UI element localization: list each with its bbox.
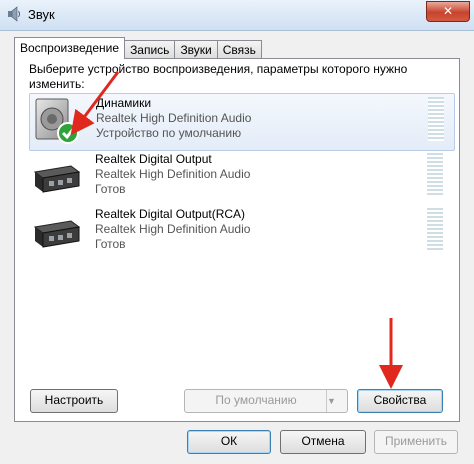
instruction-text: Выберите устройство воспроизведения, пар… (29, 62, 408, 91)
speaker-title-icon (8, 6, 20, 22)
device-text: Realtek Digital Output Realtek High Defi… (95, 152, 250, 197)
apply-button: Применить (374, 430, 458, 454)
level-meter (428, 97, 444, 141)
ok-button[interactable]: ОК (187, 430, 271, 454)
device-text: Динамики Realtek High Definition Audio У… (96, 96, 251, 141)
device-driver: Realtek High Definition Audio (96, 111, 252, 125)
device-item-digital-output-rca[interactable]: Realtek Digital Output(RCA) Realtek High… (29, 205, 453, 261)
device-status: Устройство по умолчанию (96, 126, 242, 140)
device-driver: Realtek High Definition Audio (95, 222, 251, 236)
playback-panel: Выберите устройство воспроизведения, пар… (14, 58, 460, 422)
tab-strip: Воспроизведение Запись Звуки Связь (14, 37, 262, 59)
tab-recording[interactable]: Запись (124, 40, 176, 59)
chevron-down-icon: ▼ (326, 390, 347, 412)
set-default-label: По умолчанию (215, 393, 297, 407)
configure-button[interactable]: Настроить (30, 389, 118, 413)
set-default-button: По умолчанию ▼ (184, 389, 348, 413)
device-name: Realtek Digital Output (95, 152, 212, 166)
device-status: Готов (95, 237, 126, 251)
properties-button[interactable]: Свойства (357, 389, 443, 413)
speaker-icon (35, 98, 79, 144)
level-meter (427, 153, 443, 197)
close-button[interactable]: ✕ (426, 1, 470, 22)
title-bar[interactable]: Звук ✕ (0, 0, 474, 31)
close-icon: ✕ (442, 4, 454, 18)
device-driver: Realtek High Definition Audio (95, 167, 251, 181)
device-name: Динамики (96, 96, 152, 110)
device-item-digital-output[interactable]: Realtek Digital Output Realtek High Defi… (29, 150, 453, 206)
digital-output-icon (33, 165, 81, 193)
tab-communications[interactable]: Связь (216, 40, 262, 59)
cancel-button[interactable]: Отмена (280, 430, 366, 454)
device-status: Готов (95, 182, 126, 196)
device-name: Realtek Digital Output(RCA) (95, 207, 246, 221)
tab-sounds[interactable]: Звуки (174, 40, 218, 59)
level-meter (427, 208, 443, 252)
default-check-badge (57, 122, 79, 144)
sound-dialog: Звук ✕ Воспроизведение Запись Звуки Связ… (0, 0, 474, 464)
device-item-speakers[interactable]: Динамики Realtek High Definition Audio У… (29, 93, 455, 151)
device-list[interactable]: Динамики Realtek High Definition Audio У… (29, 93, 455, 383)
device-text: Realtek Digital Output(RCA) Realtek High… (95, 207, 250, 252)
tab-playback[interactable]: Воспроизведение (14, 37, 126, 59)
digital-output-icon (33, 220, 81, 248)
window-title: Звук (28, 7, 55, 22)
